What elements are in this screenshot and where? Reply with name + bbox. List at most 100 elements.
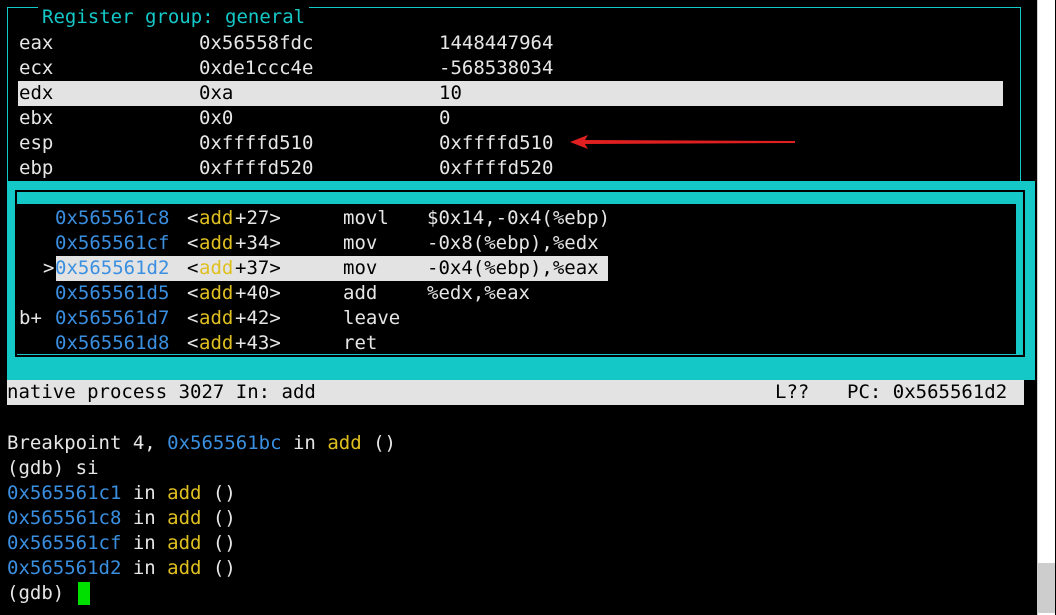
asm-row[interactable]: 0x565561d5 < add +40> add %edx,%eax [18, 281, 718, 306]
register-hex: 0xde1ccc4e [199, 57, 314, 79]
status-process: native process 3027 In: add [7, 381, 316, 403]
asm-offset: +37> [235, 257, 281, 279]
console-text: () [201, 482, 236, 504]
scrollbar-track[interactable] [1037, 0, 1055, 615]
asm-function: add [199, 307, 234, 329]
register-row[interactable]: eax 0x56558fdc 1448447964 [18, 31, 1003, 56]
asm-lt: < [187, 207, 199, 229]
asm-row[interactable]: 0x565561c8 < add +27> movl $0x14,-0x4(%e… [18, 206, 718, 231]
console-output-line: 0x565561c8 in add () [7, 506, 236, 531]
asm-opcode: mov [343, 232, 378, 254]
asm-address: 0x565561d5 [55, 282, 170, 304]
asm-opcode: mov [343, 257, 378, 279]
register-name: ebx [19, 107, 54, 129]
register-name: ebp [19, 157, 54, 179]
console-function: add [167, 557, 202, 579]
register-natural: 0 [439, 107, 451, 129]
console-text: in [121, 507, 168, 529]
asm-row[interactable]: 0x565561d8 < add +43> ret [18, 331, 718, 356]
asm-address: 0x565561d8 [55, 332, 170, 354]
register-name: edx [19, 82, 54, 104]
console-text: in [281, 432, 328, 454]
asm-operands: $0x14,-0x4(%ebp) [427, 207, 611, 229]
breakpoint-marker: b+ [19, 307, 42, 329]
asm-opcode: movl [343, 207, 389, 229]
asm-offset: +27> [235, 207, 281, 229]
console-text: () [201, 507, 236, 529]
console-address: 0x565561c8 [7, 507, 122, 529]
scrollbar-thumb[interactable] [1037, 563, 1055, 613]
console-text: () [201, 557, 236, 579]
register-natural: 0xffffd520 [439, 157, 554, 179]
asm-operands: -0x8(%ebp),%edx [427, 232, 599, 254]
register-hex: 0xffffd510 [199, 132, 314, 154]
register-natural: -568538034 [439, 57, 554, 79]
register-hex: 0x56558fdc [199, 32, 314, 54]
asm-offset: +42> [235, 307, 281, 329]
console-address: 0x565561cf [7, 532, 122, 554]
asm-opcode: add [343, 282, 378, 304]
console-function: add [327, 432, 362, 454]
register-name: eax [19, 32, 54, 54]
register-hex: 0xffffd520 [199, 157, 314, 179]
register-row-selected[interactable]: edx 0xa 10 [18, 81, 1003, 106]
register-natural: 10 [439, 82, 462, 104]
register-hex: 0xa [199, 82, 234, 104]
asm-lt: < [187, 332, 199, 354]
console-text: in [121, 482, 168, 504]
status-line: L?? [775, 381, 810, 403]
status-pc: PC: 0x565561d2 [847, 381, 1008, 403]
asm-offset: +34> [235, 232, 281, 254]
register-row[interactable]: ebx 0x0 0 [18, 106, 1003, 131]
console-text: in [121, 557, 168, 579]
register-panel-title: Register group: general [38, 5, 310, 30]
register-name: esp [19, 132, 54, 154]
console-function: add [167, 482, 202, 504]
asm-function: add [199, 332, 234, 354]
register-natural: 1448447964 [439, 32, 554, 54]
console-function: add [167, 507, 202, 529]
register-row[interactable]: ecx 0xde1ccc4e -568538034 [18, 56, 1003, 81]
console-address: 0x565561bc [167, 432, 282, 454]
asm-function: add [199, 257, 234, 279]
asm-row[interactable]: 0x565561cf < add +34> mov -0x8(%ebp),%ed… [18, 231, 718, 256]
console-text: () [201, 532, 236, 554]
console-address: 0x565561c1 [7, 482, 122, 504]
register-hex: 0x0 [199, 107, 234, 129]
console-prompt[interactable]: (gdb) [7, 581, 76, 606]
asm-offset: +43> [235, 332, 281, 354]
console-address: 0x565561d2 [7, 557, 122, 579]
asm-opcode: leave [343, 307, 401, 329]
register-name: ecx [19, 57, 54, 79]
console-output-line: 0x565561d2 in add () [7, 556, 236, 581]
register-natural: 0xffffd510 [439, 132, 554, 154]
console-text: Breakpoint 4, [7, 432, 168, 454]
asm-function: add [199, 232, 234, 254]
red-arrow-icon [570, 135, 795, 149]
register-row[interactable]: ebp 0xffffd520 0xffffd520 [18, 156, 1003, 181]
asm-offset: +40> [235, 282, 281, 304]
asm-opcode: ret [343, 332, 378, 354]
console-command-line: (gdb) si [7, 457, 99, 479]
asm-row-breakpoint[interactable]: b+ 0x565561d7 < add +42> leave [18, 306, 718, 331]
register-row[interactable]: esp 0xffffd510 0xffffd510 [18, 131, 1003, 156]
asm-lt: < [187, 307, 199, 329]
console-text: in [121, 532, 168, 554]
asm-address: 0x565561c8 [55, 207, 170, 229]
asm-function: add [199, 282, 234, 304]
asm-address: 0x565561d2 [55, 257, 170, 279]
console-output-line: 0x565561c1 in add () [7, 481, 236, 506]
asm-address: 0x565561d7 [55, 307, 170, 329]
current-marker: > [43, 257, 55, 279]
asm-row-current[interactable]: > 0x565561d2 < add +37> mov -0x4(%ebp),%… [18, 256, 718, 281]
asm-address: 0x565561cf [55, 232, 170, 254]
terminal-cursor[interactable] [78, 582, 90, 605]
asm-lt: < [187, 282, 199, 304]
console-breakpoint-line: Breakpoint 4, 0x565561bc in add () [7, 431, 396, 456]
asm-lt: < [187, 257, 199, 279]
asm-lt: < [187, 232, 199, 254]
status-bar: native process 3027 In: add L?? PC: 0x56… [7, 380, 1024, 405]
asm-function: add [199, 207, 234, 229]
asm-operands: %edx,%eax [427, 282, 530, 304]
console-output-line: 0x565561cf in add () [7, 531, 236, 556]
